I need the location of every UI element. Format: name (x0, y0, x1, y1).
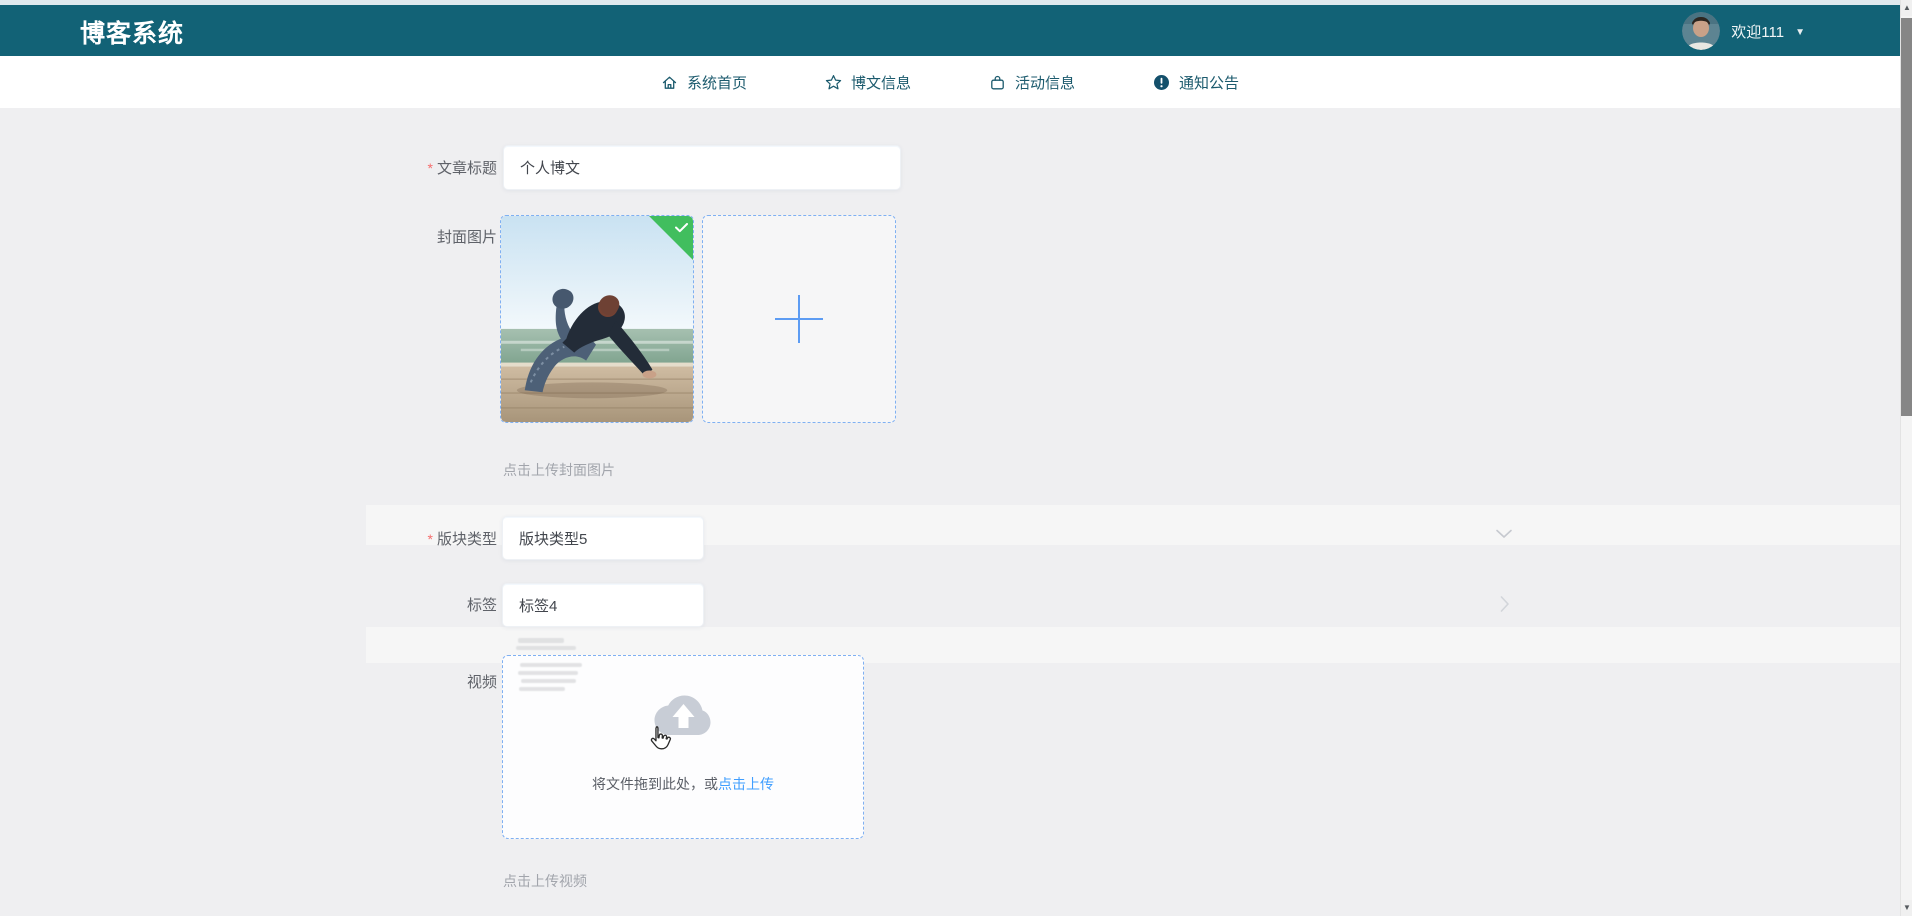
required-asterisk: * (428, 160, 433, 176)
nav-item-activity-info[interactable]: 活动信息 (989, 72, 1075, 93)
ghost-artifact (518, 671, 578, 675)
info-icon (1153, 74, 1170, 91)
nav-item-blog-info[interactable]: 博文信息 (825, 72, 911, 93)
app-header: 博客系统 欢迎111 ▼ (0, 5, 1900, 56)
caret-down-icon[interactable]: ▼ (1795, 25, 1805, 38)
chevron-down-icon[interactable] (1496, 529, 1512, 539)
article-title-label: *文章标题 (280, 160, 497, 177)
chevron-right-icon[interactable] (1500, 596, 1510, 612)
scrollbar[interactable]: ▲ ▼ (1900, 0, 1912, 916)
ghost-artifact (519, 687, 565, 691)
nav-item-label: 博文信息 (851, 72, 911, 93)
cover-image-add-button[interactable] (702, 215, 896, 423)
user-avatar[interactable] (1682, 12, 1720, 50)
click-upload-link[interactable]: 点击上传 (718, 776, 774, 792)
drop-text: 将文件拖到此处，或点击上传 (503, 774, 863, 794)
article-title-input[interactable] (503, 145, 901, 190)
user-menu[interactable]: 欢迎111 ▼ (1682, 8, 1805, 54)
hand-cursor-icon (647, 724, 674, 755)
scroll-up-button[interactable]: ▲ (1901, 0, 1912, 16)
required-asterisk: * (428, 531, 433, 547)
app-title: 博客系统 (80, 14, 184, 50)
nav-item-home[interactable]: 系统首页 (661, 72, 747, 93)
video-upload-hint: 点击上传视频 (503, 871, 587, 891)
check-icon (675, 223, 688, 233)
nav-item-label: 通知公告 (1179, 72, 1239, 93)
section-type-label: *版块类型 (280, 531, 497, 548)
ghost-artifact (521, 679, 576, 683)
tag-label: 标签 (280, 598, 497, 614)
video-label: 视频 (280, 675, 497, 691)
avatar-photo (1682, 12, 1720, 50)
nav-item-notice[interactable]: 通知公告 (1153, 72, 1239, 93)
ghost-artifact (516, 646, 576, 650)
section-type-select[interactable] (502, 516, 704, 560)
blog-system-page: 博客系统 欢迎111 ▼ (0, 0, 1912, 916)
plus-icon (775, 295, 823, 343)
tag-select[interactable] (502, 583, 704, 627)
star-icon (825, 74, 842, 91)
cover-upload-hint: 点击上传封面图片 (503, 460, 615, 480)
cover-image-label: 封面图片 (280, 230, 497, 246)
ghost-artifact (518, 638, 564, 643)
cover-image-uploaded[interactable] (500, 215, 694, 423)
welcome-text: 欢迎111 (1731, 21, 1784, 42)
nav-item-label: 系统首页 (687, 72, 747, 93)
home-icon (661, 74, 678, 91)
nav-item-label: 活动信息 (1015, 72, 1075, 93)
bag-icon (989, 74, 1006, 91)
ghost-artifact (520, 663, 582, 667)
form-content: *文章标题 封面图片 (0, 108, 1900, 916)
scroll-down-button[interactable]: ▼ (1901, 900, 1912, 916)
main-nav: 系统首页 博文信息 活动信息 通知公告 (0, 56, 1900, 108)
scrollbar-thumb[interactable] (1901, 18, 1912, 416)
